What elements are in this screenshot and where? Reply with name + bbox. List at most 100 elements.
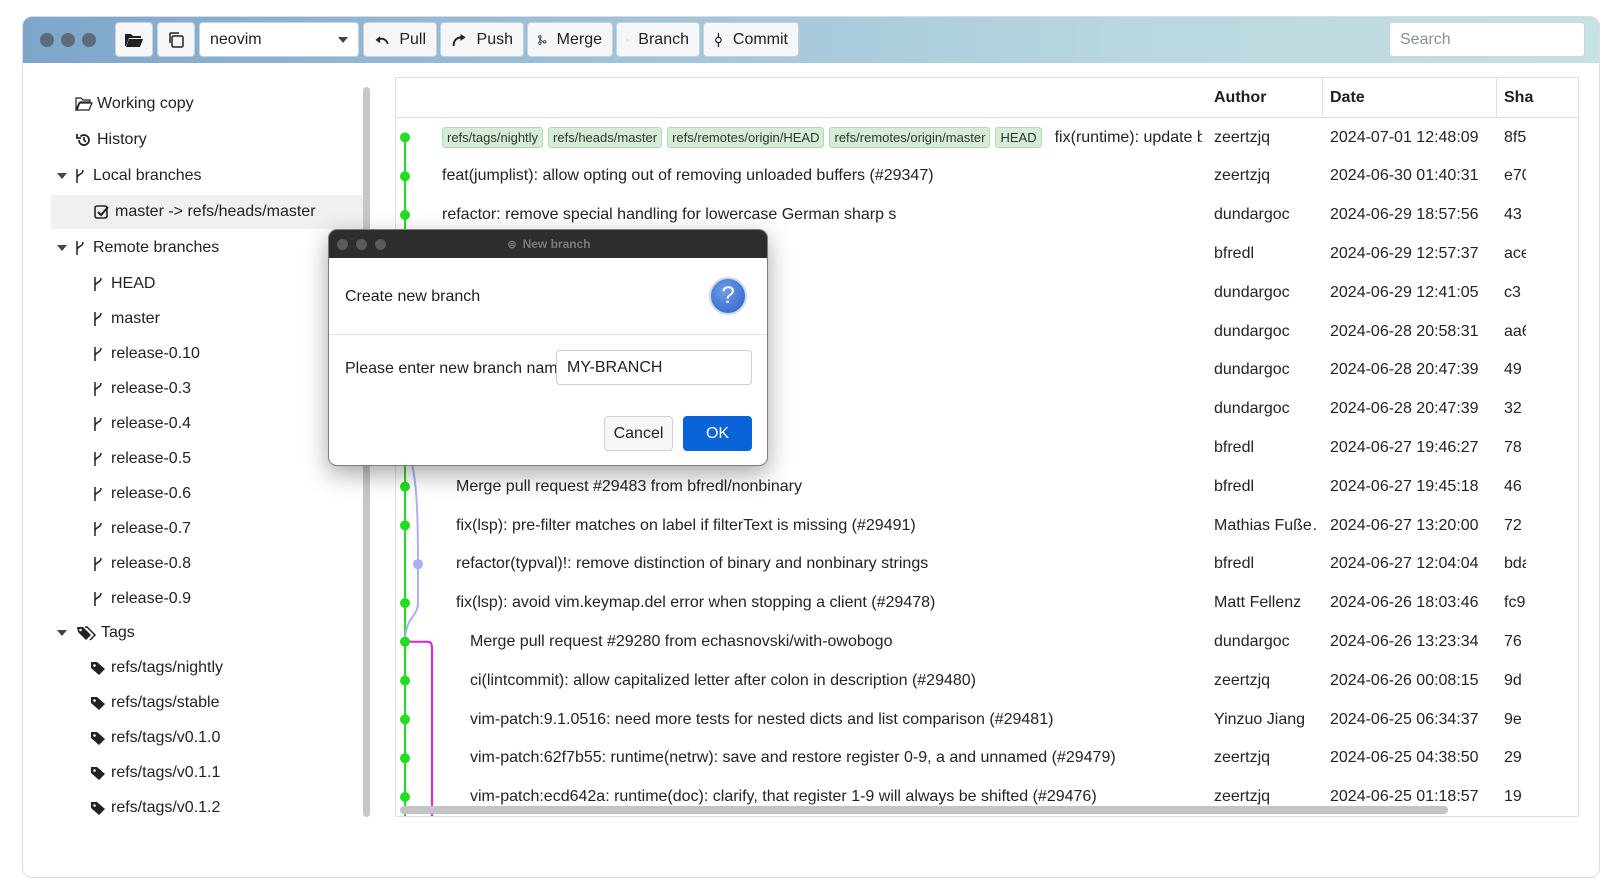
- commit-message: Merge pull request #29483 from bfredl/no…: [456, 477, 802, 495]
- sidebar-item-remote-branch[interactable]: release-0.10: [23, 337, 363, 371]
- sidebar-item-tag[interactable]: refs/tags/stable: [23, 686, 363, 720]
- sha-cell: 78: [1504, 438, 1522, 456]
- disclosure-triangle-icon[interactable]: [57, 630, 67, 636]
- commit-icon: [715, 32, 722, 47]
- column-header-date[interactable]: Date: [1322, 78, 1365, 118]
- branch-icon: [89, 521, 107, 537]
- sidebar-section-local-branches[interactable]: Local branches: [23, 159, 363, 193]
- table-row[interactable]: refs/tags/nightly refs/heads/master refs/r…: [396, 118, 1578, 157]
- table-row[interactable]: fix(lsp): pre-filter matches on label if…: [396, 506, 1578, 545]
- table-row[interactable]: refactor(typval)!: remove distinction of…: [396, 545, 1578, 584]
- sidebar-section-label: Local branches: [93, 167, 202, 184]
- minimize-window-button[interactable]: [61, 33, 75, 47]
- table-row[interactable]: vim-patch:9.1.0516: need more tests for …: [396, 700, 1578, 739]
- commit-button[interactable]: Commit: [703, 22, 799, 57]
- commit-message: vim-patch:62f7b55: runtime(netrw): save …: [470, 749, 1116, 767]
- copy-window-button[interactable]: [157, 22, 195, 57]
- sidebar-item-tag[interactable]: refs/tags/v0.1.2: [23, 791, 363, 825]
- app-icon: ⊜: [507, 238, 517, 251]
- date-cell: 2024-06-27 19:45:18: [1330, 477, 1479, 495]
- push-button[interactable]: Push: [440, 22, 524, 57]
- sha-cell: ace: [1504, 244, 1526, 262]
- sidebar-item-remote-branch[interactable]: release-0.3: [23, 372, 363, 406]
- table-row[interactable]: Merge pull request #29280 from echasnovs…: [396, 622, 1578, 661]
- author-cell: Yinzuo Jiang: [1214, 710, 1306, 728]
- column-header-author[interactable]: Author: [1206, 78, 1266, 118]
- sidebar-item-history[interactable]: History: [23, 123, 363, 157]
- sidebar-item-label: HEAD: [111, 275, 156, 292]
- commit-message-cell: refs/tags/nightly refs/heads/master refs/r…: [442, 118, 1202, 157]
- author-cell: Matt Fellenz: [1214, 594, 1302, 612]
- date-cell: 2024-06-26 18:03:46: [1330, 594, 1479, 612]
- commit-message: fix(lsp): pre-filter matches on label if…: [456, 516, 916, 534]
- dialog-minimize-button[interactable]: [356, 239, 367, 250]
- dialog-close-button[interactable]: [337, 239, 348, 250]
- commit-message: Merge pull request #29280 from echasnovs…: [470, 632, 893, 650]
- disclosure-triangle-icon[interactable]: [57, 245, 67, 251]
- author-cell: dundargoc: [1214, 322, 1290, 340]
- repository-select[interactable]: neovim: [199, 22, 359, 57]
- sidebar-item-tag[interactable]: refs/tags/nightly: [23, 651, 363, 685]
- sidebar-item-local-master[interactable]: master -> refs/heads/master: [51, 195, 363, 229]
- horizontal-scrollbar[interactable]: [400, 806, 1448, 814]
- commit-message-cell: refactor(typval)!: remove distinction of…: [456, 545, 1202, 584]
- disclosure-triangle-icon[interactable]: [57, 173, 67, 179]
- table-row[interactable]: ci(lintcommit): allow capitalized letter…: [396, 661, 1578, 700]
- column-header-sha[interactable]: Sha: [1496, 78, 1533, 118]
- sidebar: Working copy History Local branches mast…: [23, 69, 383, 869]
- search-input[interactable]: [1389, 22, 1585, 57]
- help-icon[interactable]: ?: [709, 277, 747, 315]
- sidebar-item-label: refs/tags/v0.1.2: [111, 799, 221, 816]
- ref-badge: refs/remotes/origin/HEAD: [667, 127, 825, 148]
- sidebar-item-remote-branch[interactable]: release-0.5: [23, 442, 363, 476]
- date-cell: 2024-06-26 00:08:15: [1330, 671, 1479, 689]
- cancel-button[interactable]: Cancel: [604, 416, 673, 451]
- checked-box-icon: [93, 204, 111, 220]
- sidebar-item-label: History: [97, 131, 147, 148]
- ok-button[interactable]: OK: [683, 416, 752, 451]
- sidebar-item-label: release-0.4: [111, 415, 192, 432]
- sidebar-item-working-copy[interactable]: Working copy: [23, 87, 363, 121]
- branch-name-input[interactable]: [556, 350, 752, 385]
- sidebar-item-remote-branch[interactable]: release-0.4: [23, 407, 363, 441]
- merge-button[interactable]: Merge: [527, 22, 613, 57]
- new-branch-dialog: ⊜ New branch Create new branch ? Please …: [328, 229, 768, 466]
- sidebar-item-remote-branch[interactable]: HEAD: [23, 267, 363, 301]
- table-row[interactable]: vim-patch:62f7b55: runtime(netrw): save …: [396, 739, 1578, 778]
- sha-cell: c3: [1504, 283, 1521, 301]
- sha-cell: 32: [1504, 400, 1522, 418]
- pull-button[interactable]: Pull: [363, 22, 437, 57]
- tag-icon: [89, 696, 107, 710]
- sidebar-section-remote-branches[interactable]: Remote branches: [23, 231, 363, 265]
- table-row[interactable]: fix(lsp): avoid vim.keymap.del error whe…: [396, 584, 1578, 623]
- zoom-window-button[interactable]: [82, 33, 96, 47]
- sidebar-item-remote-branch[interactable]: release-0.6: [23, 477, 363, 511]
- sidebar-item-remote-branch[interactable]: master: [23, 302, 363, 336]
- sidebar-item-tag[interactable]: refs/tags/v0.1.1: [23, 756, 363, 790]
- dialog-zoom-button[interactable]: [375, 239, 386, 250]
- chevron-down-icon: [338, 36, 348, 43]
- table-row[interactable]: feat(jumplist): allow opting out of remo…: [396, 157, 1578, 196]
- branch-button[interactable]: Branch: [616, 22, 700, 57]
- sidebar-section-tags[interactable]: Tags: [23, 616, 363, 650]
- sidebar-item-remote-branch[interactable]: release-0.8: [23, 547, 363, 581]
- date-cell: 2024-06-26 13:23:34: [1330, 632, 1479, 650]
- open-folder-button[interactable]: [115, 22, 153, 57]
- sidebar-item-remote-branch[interactable]: release-0.9: [23, 582, 363, 616]
- commit-message-cell: vim-patch:62f7b55: runtime(netrw): save …: [470, 739, 1202, 778]
- close-window-button[interactable]: [40, 33, 54, 47]
- date-cell: 2024-06-27 12:04:04: [1330, 555, 1479, 573]
- sha-cell: fc9: [1504, 594, 1526, 612]
- sha-cell: 8f5: [1504, 128, 1526, 146]
- sidebar-item-tag[interactable]: refs/tags/v0.1.0: [23, 721, 363, 755]
- commit-message: refactor(typval)!: remove distinction of…: [456, 555, 929, 573]
- author-cell: dundargoc: [1214, 400, 1290, 418]
- branch-name-label: Please enter new branch name:: [345, 360, 571, 377]
- commit-message: vim-patch:ecd642a: runtime(doc): clarify…: [470, 788, 1097, 806]
- sidebar-item-remote-branch[interactable]: release-0.7: [23, 512, 363, 546]
- ref-badge: HEAD: [995, 127, 1042, 148]
- sha-cell: 49: [1504, 361, 1522, 379]
- table-row[interactable]: Merge pull request #29483 from bfredl/no…: [396, 467, 1578, 506]
- branch-icon: [89, 416, 107, 432]
- sidebar-item-label: release-0.9: [111, 590, 192, 607]
